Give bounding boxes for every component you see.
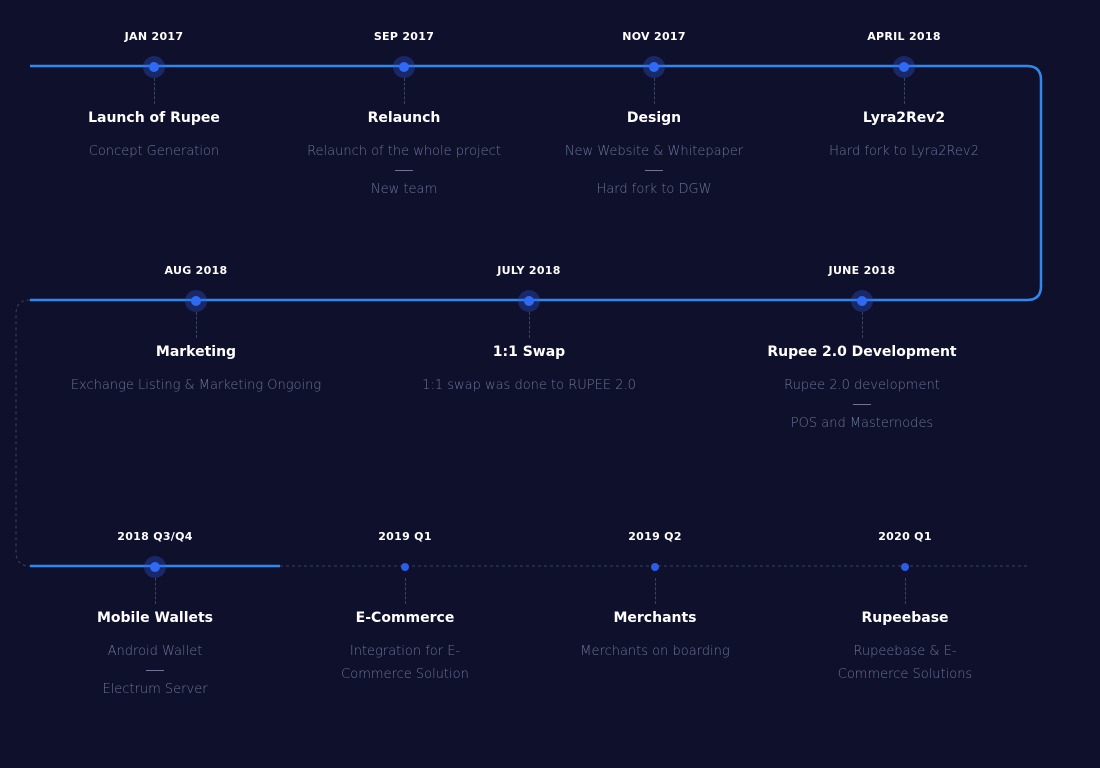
milestone-desc-line: Relaunch of the whole project — [307, 144, 501, 159]
milestone-title: Lyra2Rev2 — [862, 110, 946, 126]
milestone-title: Rupeebase — [861, 610, 949, 626]
milestone-stem — [196, 312, 197, 338]
milestone-title: Rupee 2.0 Development — [767, 344, 957, 360]
milestone-node — [185, 290, 207, 312]
milestone-stem — [655, 578, 656, 604]
milestone-node — [394, 556, 416, 578]
milestone-node — [144, 556, 166, 578]
milestone-date: 2020 Q1 — [878, 530, 932, 543]
milestone-description: 1:1 swap was done to RUPEE 2.0 — [399, 374, 659, 397]
milestone-description: Rupee 2.0 development POS and Masternode… — [732, 374, 992, 435]
milestone-node — [644, 556, 666, 578]
milestone-desc-line: Android Wallet — [107, 644, 203, 659]
milestone-desc-line: New Website & Whitepaper — [564, 144, 744, 159]
separator-dash — [395, 170, 413, 171]
separator-dash — [853, 404, 871, 405]
milestone-stem — [654, 78, 655, 104]
milestone-title: Relaunch — [367, 110, 441, 126]
milestone-desc-line: New team — [370, 182, 438, 197]
milestone-date: NOV 2017 — [622, 30, 686, 43]
milestone-desc-line: 1:1 swap was done to RUPEE 2.0 — [422, 378, 636, 393]
milestone-stem — [905, 578, 906, 604]
milestone-date: JUNE 2018 — [828, 264, 896, 277]
milestone-desc-line: Concept Generation — [88, 144, 220, 159]
milestone-date: APRIL 2018 — [867, 30, 941, 43]
milestone-date: 2019 Q2 — [628, 530, 682, 543]
milestone-stem — [404, 78, 405, 104]
milestone-desc-line: Rupee 2.0 development — [784, 378, 940, 393]
milestone-date: AUG 2018 — [164, 264, 228, 277]
milestone-stem — [154, 78, 155, 104]
milestone-date: SEP 2017 — [373, 30, 435, 43]
milestone-stem — [904, 78, 905, 104]
milestone-desc-line: Exchange Listing & Marketing Ongoing — [70, 378, 322, 393]
milestone-desc-line: Merchants on boarding — [580, 644, 730, 659]
milestone-node — [894, 556, 916, 578]
milestone-title: Marketing — [155, 344, 237, 360]
milestone-title: Mobile Wallets — [96, 610, 214, 626]
milestone-desc-line: Hard fork to DGW — [596, 182, 712, 197]
milestone-title: E-Commerce — [355, 610, 455, 626]
milestone-description: Integration for E-Commerce Solution — [341, 644, 469, 682]
separator-dash — [146, 670, 164, 671]
milestone-date: JULY 2018 — [497, 264, 561, 277]
milestone-description: Hard fork to Lyra2Rev2 — [774, 140, 1034, 163]
milestone-node — [851, 290, 873, 312]
milestone-node — [893, 56, 915, 78]
milestone-description: Rupeebase & E-Commerce Solutions — [837, 644, 973, 682]
milestone-node — [518, 290, 540, 312]
separator-dash — [645, 170, 663, 171]
milestone-node — [643, 56, 665, 78]
milestone-date: JAN 2017 — [124, 30, 184, 43]
milestone-title: Launch of Rupee — [88, 110, 220, 126]
milestone-title: Merchants — [613, 610, 697, 626]
milestone-desc-line: POS and Masternodes — [790, 416, 934, 431]
milestone-desc-line: Electrum Server — [102, 682, 208, 697]
milestone-title: 1:1 Swap — [492, 344, 566, 360]
milestone-date: 2018 Q3/Q4 — [117, 530, 193, 543]
milestone-title: Design — [626, 110, 682, 126]
milestone-stem — [529, 312, 530, 338]
milestone-date: 2019 Q1 — [378, 530, 432, 543]
milestone-description: Merchants on boarding — [525, 640, 785, 663]
milestone-description: Exchange Listing & Marketing Ongoing — [46, 374, 346, 397]
milestone-stem — [155, 578, 156, 604]
milestone-desc-line: Hard fork to Lyra2Rev2 — [829, 144, 979, 159]
milestone-node — [393, 56, 415, 78]
milestone-description: Android Wallet Electrum Server — [25, 640, 285, 701]
milestone-description: Concept Generation — [24, 140, 284, 163]
timeline-connector-dashed — [15, 299, 31, 567]
milestone-description: Relaunch of the whole project New team — [274, 140, 534, 201]
milestone-stem — [862, 312, 863, 338]
milestone-description: New Website & Whitepaper Hard fork to DG… — [524, 140, 784, 201]
milestone-node — [143, 56, 165, 78]
milestone-stem — [405, 578, 406, 604]
